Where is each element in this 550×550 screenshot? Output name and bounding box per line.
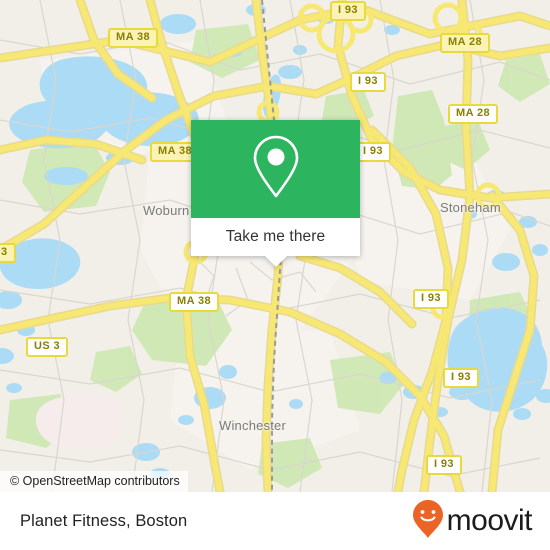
route-shield-ma-38-top[interactable]: MA 38 (108, 28, 158, 48)
route-shield-ma-28-upper[interactable]: MA 28 (440, 33, 490, 53)
footer-bar: Planet Fitness, Boston moovit (0, 492, 550, 550)
place-label-woburn: Woburn (143, 203, 190, 218)
route-shield-i-93-right-mid[interactable]: I 93 (443, 368, 479, 388)
take-me-there-label: Take me there (225, 228, 326, 245)
place-label-stoneham: Stoneham (440, 200, 501, 215)
location-callout-card[interactable]: Take me there (191, 120, 360, 267)
callout-pointer-tail (263, 255, 288, 267)
route-shield-ma-38-lower[interactable]: MA 38 (169, 292, 219, 312)
place-title: Planet Fitness, Boston (20, 511, 188, 530)
route-shield-us-3-left[interactable]: US 3 (26, 337, 69, 357)
moovit-location-card: Woburn Stoneham Winchester MA 38 I 93 MA… (0, 0, 550, 550)
place-label-winchester: Winchester (219, 418, 287, 433)
route-shield-ma-28-mid[interactable]: MA 28 (448, 104, 498, 124)
callout-action-area[interactable]: Take me there (191, 218, 360, 267)
route-shield-i-93-right-low[interactable]: I 93 (426, 455, 462, 475)
route-shield-i-93-top[interactable]: I 93 (330, 1, 366, 21)
moovit-brand[interactable]: moovit (411, 499, 533, 544)
map-attribution[interactable]: © OpenStreetMap contributors (0, 471, 188, 492)
moovit-pin-smiley-icon (411, 499, 445, 544)
route-shield-i-93-mid[interactable]: I 93 (355, 142, 391, 162)
route-shield-i-93-right-upper[interactable]: I 93 (413, 289, 449, 309)
callout-icon-area (191, 120, 360, 218)
moovit-wordmark: moovit (446, 504, 533, 537)
location-pin-icon (247, 132, 305, 207)
route-shield-us-3-edge[interactable]: 3 (0, 243, 16, 263)
route-shield-i-93-upper[interactable]: I 93 (350, 72, 386, 92)
